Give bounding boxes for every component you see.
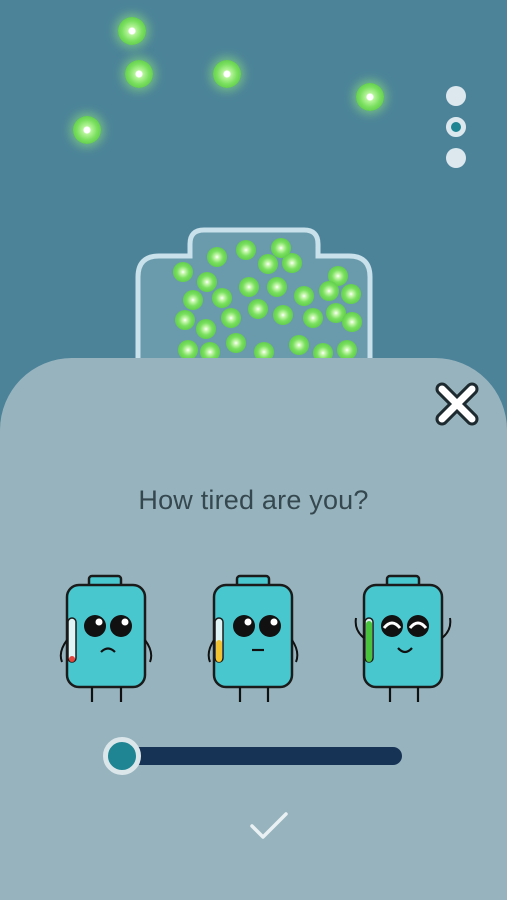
jar-energy-orb <box>342 312 362 332</box>
jar-energy-orb <box>197 272 217 292</box>
jar-energy-orb <box>175 310 195 330</box>
jar-energy-orb <box>267 277 287 297</box>
option-somewhat-tired[interactable] <box>198 570 308 710</box>
energy-jar <box>135 227 373 366</box>
battery-very-tired-icon <box>59 574 153 702</box>
slider-thumb[interactable] <box>103 737 141 775</box>
question-text: How tired are you? <box>138 485 369 515</box>
jar-energy-orb <box>294 286 314 306</box>
jar-energy-orb <box>196 319 216 339</box>
jar-energy-orb <box>271 238 291 258</box>
page-dot-active[interactable] <box>446 117 466 137</box>
close-button[interactable] <box>430 377 484 431</box>
slider-track[interactable] <box>122 747 402 765</box>
battery-not-tired-icon <box>354 574 452 702</box>
confirm-button[interactable] <box>246 806 292 846</box>
checkmark-icon <box>250 812 288 839</box>
jar-energy-orb <box>236 240 256 260</box>
jar-energy-orb <box>183 290 203 310</box>
jar-energy-orb <box>258 254 278 274</box>
jar-energy-orb <box>221 308 241 328</box>
jar-energy-orb <box>178 340 198 360</box>
jar-energy-orb <box>319 281 339 301</box>
jar-energy-orb <box>239 277 259 297</box>
page-indicator <box>446 86 468 179</box>
jar-energy-orb <box>337 340 357 360</box>
battery-somewhat-tired-icon <box>207 574 299 702</box>
page-dot[interactable] <box>446 86 466 106</box>
jar-energy-orb <box>207 247 227 267</box>
jar-energy-orb <box>341 284 361 304</box>
close-icon <box>435 382 479 426</box>
jar-energy-orb <box>303 308 323 328</box>
jar-energy-orb <box>226 333 246 353</box>
jar-energy-orb <box>248 299 268 319</box>
jar-energy-orb <box>212 288 232 308</box>
option-not-tired[interactable] <box>346 570 456 710</box>
jar-energy-orb <box>273 305 293 325</box>
page-dot[interactable] <box>446 148 466 168</box>
jar-energy-orb <box>289 335 309 355</box>
tiredness-slider[interactable] <box>103 736 408 776</box>
jar-energy-orb <box>173 262 193 282</box>
option-very-tired[interactable] <box>48 570 158 710</box>
